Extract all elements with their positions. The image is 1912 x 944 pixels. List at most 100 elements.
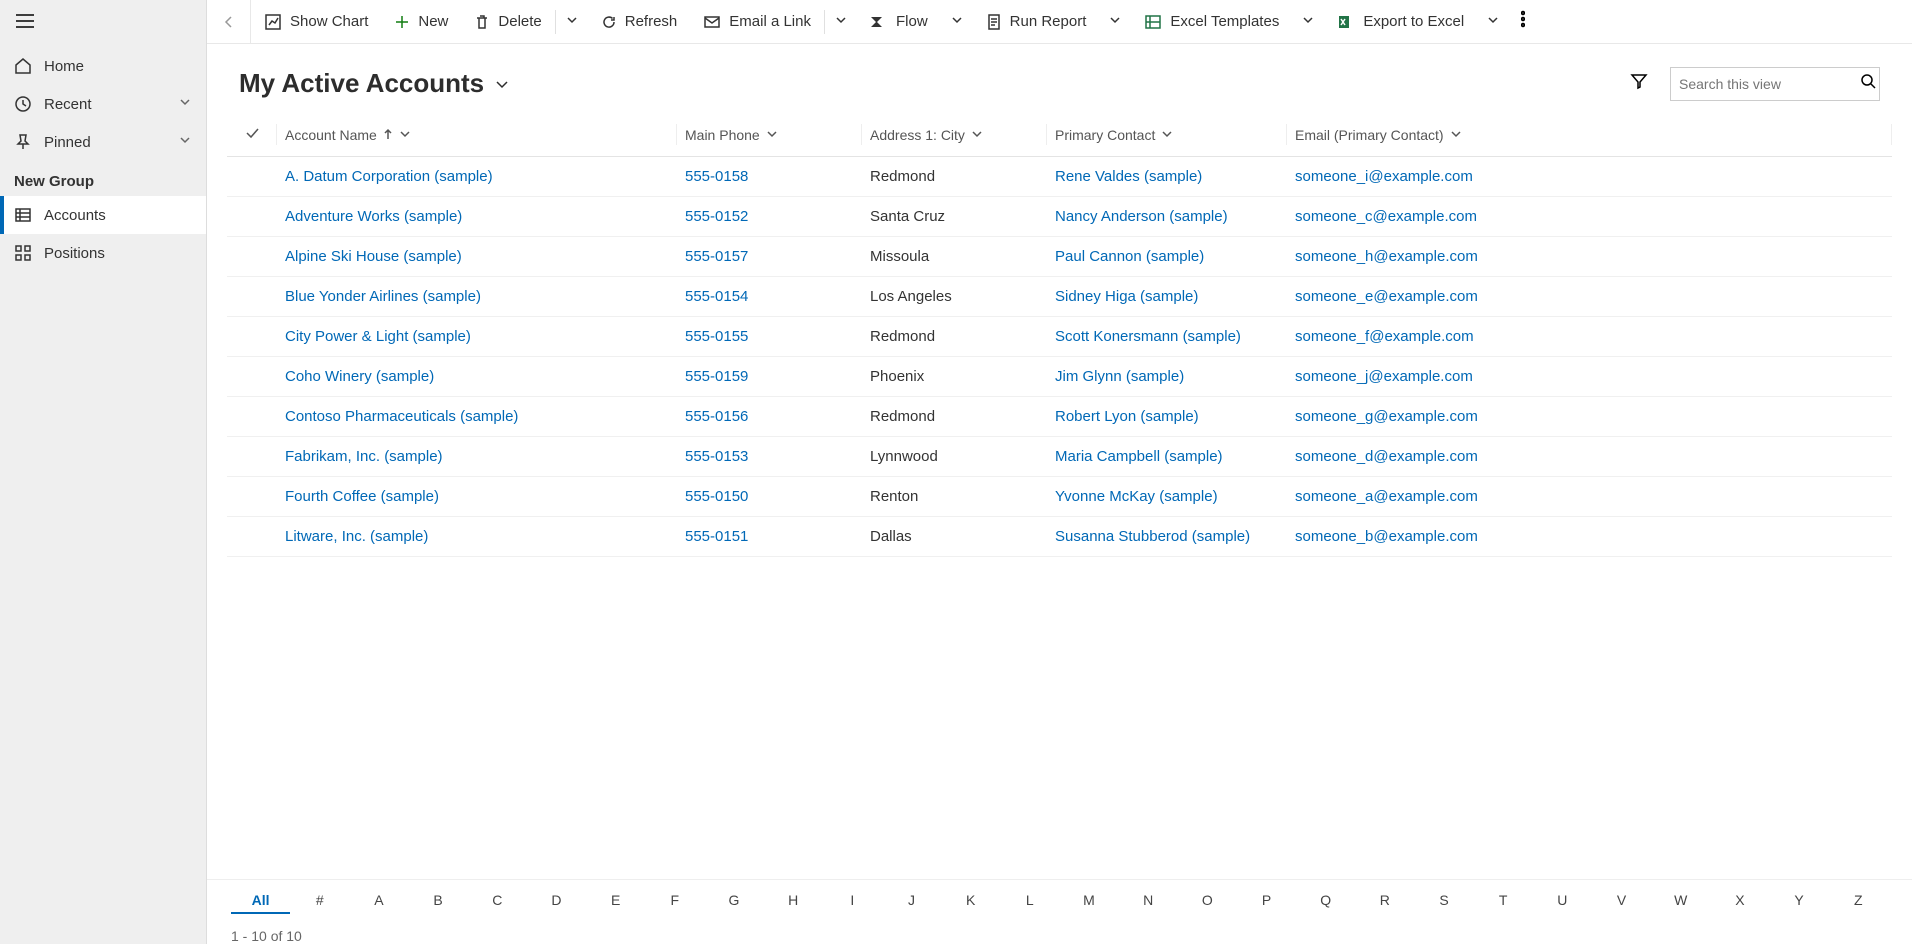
col-main-phone[interactable]: Main Phone [677,113,862,157]
contact-link[interactable]: Maria Campbell (sample) [1055,448,1223,465]
email-link[interactable]: someone_g@example.com [1295,408,1478,425]
row-selector[interactable] [227,477,277,517]
email-link[interactable]: someone_i@example.com [1295,168,1473,185]
index-f[interactable]: F [645,888,704,914]
search-input[interactable] [1679,76,1860,92]
phone-link[interactable]: 555-0159 [685,368,748,385]
account-name-link[interactable]: Fourth Coffee (sample) [285,488,439,505]
index-g[interactable]: G [704,888,763,914]
flow-dropdown[interactable] [941,0,973,43]
run-report-button[interactable]: Run Report [973,0,1100,43]
email-link[interactable]: someone_f@example.com [1295,328,1474,345]
account-name-link[interactable]: Contoso Pharmaceuticals (sample) [285,408,518,425]
nav-accounts[interactable]: Accounts [0,196,206,234]
index-p[interactable]: P [1237,888,1296,914]
nav-positions[interactable]: Positions [0,234,206,272]
export-excel-button[interactable]: Export to Excel [1324,0,1477,43]
command-overflow[interactable] [1509,10,1537,33]
nav-home[interactable]: Home [0,47,206,85]
email-link[interactable]: someone_c@example.com [1295,208,1477,225]
row-selector[interactable] [227,517,277,557]
delete-button[interactable]: Delete [461,0,554,43]
account-name-link[interactable]: Blue Yonder Airlines (sample) [285,288,481,305]
back-button[interactable] [207,0,251,43]
phone-link[interactable]: 555-0150 [685,488,748,505]
index-m[interactable]: M [1059,888,1118,914]
row-selector[interactable] [227,237,277,277]
phone-link[interactable]: 555-0154 [685,288,748,305]
row-selector[interactable] [227,437,277,477]
row-selector[interactable] [227,397,277,437]
phone-link[interactable]: 555-0151 [685,528,748,545]
index-q[interactable]: Q [1296,888,1355,914]
row-selector[interactable] [227,277,277,317]
phone-link[interactable]: 555-0158 [685,168,748,185]
email-link[interactable]: someone_h@example.com [1295,248,1478,265]
index-w[interactable]: W [1651,888,1710,914]
table-row[interactable]: Blue Yonder Airlines (sample)555-0154Los… [227,277,1892,317]
index-l[interactable]: L [1000,888,1059,914]
index-v[interactable]: V [1592,888,1651,914]
index-s[interactable]: S [1414,888,1473,914]
row-selector[interactable] [227,157,277,197]
table-row[interactable]: A. Datum Corporation (sample)555-0158Red… [227,157,1892,197]
table-row[interactable]: Coho Winery (sample)555-0159PhoenixJim G… [227,357,1892,397]
phone-link[interactable]: 555-0155 [685,328,748,345]
index-c[interactable]: C [468,888,527,914]
delete-dropdown[interactable] [556,0,588,43]
email-link[interactable]: someone_a@example.com [1295,488,1478,505]
index-j[interactable]: J [882,888,941,914]
nav-pinned[interactable]: Pinned [0,123,206,161]
account-name-link[interactable]: Fabrikam, Inc. (sample) [285,448,443,465]
row-selector[interactable] [227,197,277,237]
account-name-link[interactable]: Adventure Works (sample) [285,208,462,225]
index-t[interactable]: T [1474,888,1533,914]
flow-button[interactable]: Flow [857,0,941,43]
contact-link[interactable]: Rene Valdes (sample) [1055,168,1202,185]
excel-templates-button[interactable]: Excel Templates [1131,0,1292,43]
table-row[interactable]: Fabrikam, Inc. (sample)555-0153LynnwoodM… [227,437,1892,477]
phone-link[interactable]: 555-0157 [685,248,748,265]
index-x[interactable]: X [1710,888,1769,914]
contact-link[interactable]: Susanna Stubberod (sample) [1055,528,1250,545]
email-link[interactable]: someone_j@example.com [1295,368,1473,385]
email-link[interactable]: someone_e@example.com [1295,288,1478,305]
contact-link[interactable]: Nancy Anderson (sample) [1055,208,1228,225]
index-#[interactable]: # [290,888,349,914]
row-selector[interactable] [227,317,277,357]
view-selector[interactable]: My Active Accounts [239,68,510,99]
contact-link[interactable]: Paul Cannon (sample) [1055,248,1204,265]
index-y[interactable]: Y [1769,888,1828,914]
index-k[interactable]: K [941,888,1000,914]
index-z[interactable]: Z [1829,888,1888,914]
email-link-dropdown[interactable] [825,0,857,43]
site-map-toggle[interactable] [0,0,206,47]
contact-link[interactable]: Robert Lyon (sample) [1055,408,1199,425]
show-chart-button[interactable]: Show Chart [251,0,381,43]
email-link[interactable]: someone_b@example.com [1295,528,1478,545]
phone-link[interactable]: 555-0153 [685,448,748,465]
col-contact[interactable]: Primary Contact [1047,113,1287,157]
refresh-button[interactable]: Refresh [588,0,691,43]
index-e[interactable]: E [586,888,645,914]
col-email[interactable]: Email (Primary Contact) [1287,113,1892,157]
index-h[interactable]: H [764,888,823,914]
nav-recent[interactable]: Recent [0,85,206,123]
account-name-link[interactable]: Coho Winery (sample) [285,368,434,385]
search-box[interactable] [1670,67,1880,101]
search-icon[interactable] [1860,73,1876,94]
contact-link[interactable]: Sidney Higa (sample) [1055,288,1198,305]
index-u[interactable]: U [1533,888,1592,914]
select-all-column[interactable] [227,113,277,157]
account-name-link[interactable]: City Power & Light (sample) [285,328,471,345]
table-row[interactable]: Contoso Pharmaceuticals (sample) 555-0156… [227,397,1892,437]
phone-link[interactable]: 555-0152 [685,208,748,225]
account-name-link[interactable]: Litware, Inc. (sample) [285,528,428,545]
email-link-button[interactable]: Email a Link [690,0,824,43]
index-b[interactable]: B [409,888,468,914]
index-r[interactable]: R [1355,888,1414,914]
account-name-link[interactable]: Alpine Ski House (sample) [285,248,462,265]
contact-link[interactable]: Scott Konersmann (sample) [1055,328,1241,345]
phone-link[interactable]: 555-0156 [685,408,748,425]
filter-button[interactable] [1622,64,1656,103]
